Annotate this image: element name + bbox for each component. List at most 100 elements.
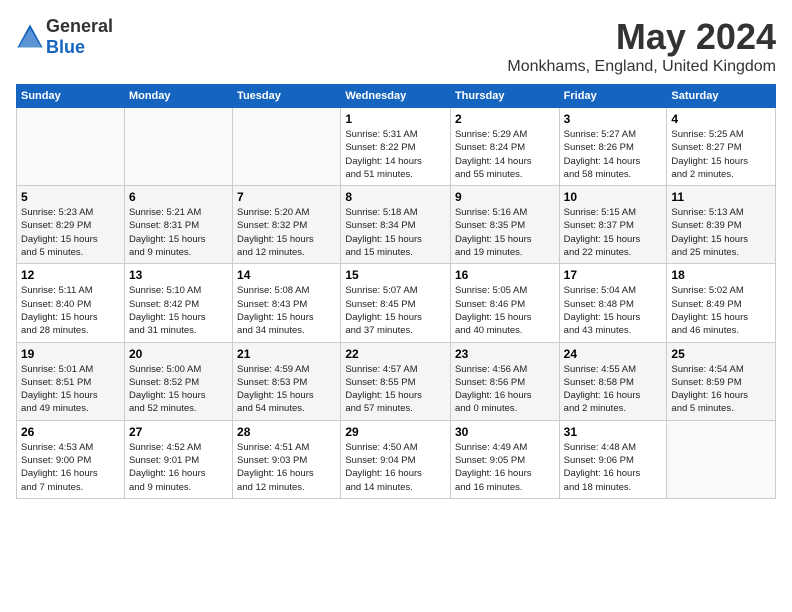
calendar-cell: 26 Sunrise: 4:53 AM Sunset: 9:00 PM Dayli… <box>17 420 125 498</box>
day-number: 21 <box>237 347 336 361</box>
header: General Blue May 2024 Monkhams, England,… <box>16 16 776 76</box>
calendar-cell: 16 Sunrise: 5:05 AM Sunset: 8:46 PM Dayli… <box>450 264 559 342</box>
day-info: Sunrise: 5:11 AM Sunset: 8:40 PM Dayligh… <box>21 284 120 337</box>
day-number: 29 <box>345 425 446 439</box>
calendar-cell: 9 Sunrise: 5:16 AM Sunset: 8:35 PM Daylig… <box>450 186 559 264</box>
calendar-cell <box>233 108 341 186</box>
day-info: Sunrise: 5:27 AM Sunset: 8:26 PM Dayligh… <box>564 128 663 181</box>
header-cell-wednesday: Wednesday <box>341 85 451 108</box>
day-info: Sunrise: 5:08 AM Sunset: 8:43 PM Dayligh… <box>237 284 336 337</box>
day-info: Sunrise: 5:00 AM Sunset: 8:52 PM Dayligh… <box>129 363 228 416</box>
calendar-cell: 30 Sunrise: 4:49 AM Sunset: 9:05 PM Dayli… <box>450 420 559 498</box>
week-row-1: 1 Sunrise: 5:31 AM Sunset: 8:22 PM Daylig… <box>17 108 776 186</box>
day-info: Sunrise: 5:05 AM Sunset: 8:46 PM Dayligh… <box>455 284 555 337</box>
calendar-table: SundayMondayTuesdayWednesdayThursdayFrid… <box>16 84 776 499</box>
day-number: 22 <box>345 347 446 361</box>
calendar-cell: 6 Sunrise: 5:21 AM Sunset: 8:31 PM Daylig… <box>124 186 232 264</box>
calendar-cell: 1 Sunrise: 5:31 AM Sunset: 8:22 PM Daylig… <box>341 108 451 186</box>
day-number: 26 <box>21 425 120 439</box>
calendar-cell: 14 Sunrise: 5:08 AM Sunset: 8:43 PM Dayli… <box>233 264 341 342</box>
calendar-cell: 5 Sunrise: 5:23 AM Sunset: 8:29 PM Daylig… <box>17 186 125 264</box>
day-number: 10 <box>564 190 663 204</box>
calendar-cell: 23Sunrise: 4:56 AM Sunset: 8:56 PM Dayli… <box>450 342 559 420</box>
day-info: Sunrise: 5:10 AM Sunset: 8:42 PM Dayligh… <box>129 284 228 337</box>
day-info: Sunrise: 4:57 AM Sunset: 8:55 PM Dayligh… <box>345 363 446 416</box>
calendar-cell: 21 Sunrise: 4:59 AM Sunset: 8:53 PM Dayli… <box>233 342 341 420</box>
day-info: Sunrise: 4:55 AM Sunset: 8:58 PM Dayligh… <box>564 363 663 416</box>
header-cell-friday: Friday <box>559 85 667 108</box>
day-number: 13 <box>129 268 228 282</box>
calendar-cell: 29 Sunrise: 4:50 AM Sunset: 9:04 PM Dayli… <box>341 420 451 498</box>
day-info: Sunrise: 5:13 AM Sunset: 8:39 PM Dayligh… <box>671 206 771 259</box>
calendar-cell: 4Sunrise: 5:25 AM Sunset: 8:27 PM Daylig… <box>667 108 776 186</box>
day-number: 6 <box>129 190 228 204</box>
day-info: Sunrise: 4:52 AM Sunset: 9:01 PM Dayligh… <box>129 441 228 494</box>
calendar-cell <box>667 420 776 498</box>
calendar-cell: 24Sunrise: 4:55 AM Sunset: 8:58 PM Dayli… <box>559 342 667 420</box>
day-number: 14 <box>237 268 336 282</box>
calendar-cell: 2Sunrise: 5:29 AM Sunset: 8:24 PM Daylig… <box>450 108 559 186</box>
day-number: 1 <box>345 112 446 126</box>
calendar-cell <box>17 108 125 186</box>
day-info: Sunrise: 4:50 AM Sunset: 9:04 PM Dayligh… <box>345 441 446 494</box>
day-number: 30 <box>455 425 555 439</box>
title-area: May 2024 Monkhams, England, United Kingd… <box>507 16 776 76</box>
day-number: 25 <box>671 347 771 361</box>
day-number: 19 <box>21 347 120 361</box>
day-number: 12 <box>21 268 120 282</box>
calendar-cell: 12 Sunrise: 5:11 AM Sunset: 8:40 PM Dayli… <box>17 264 125 342</box>
day-info: Sunrise: 4:49 AM Sunset: 9:05 PM Dayligh… <box>455 441 555 494</box>
calendar-cell: 8 Sunrise: 5:18 AM Sunset: 8:34 PM Daylig… <box>341 186 451 264</box>
day-info: Sunrise: 4:53 AM Sunset: 9:00 PM Dayligh… <box>21 441 120 494</box>
day-number: 5 <box>21 190 120 204</box>
header-cell-saturday: Saturday <box>667 85 776 108</box>
day-number: 3 <box>564 112 663 126</box>
logo-text-blue: Blue <box>46 37 85 57</box>
day-info: Sunrise: 5:23 AM Sunset: 8:29 PM Dayligh… <box>21 206 120 259</box>
day-number: 31 <box>564 425 663 439</box>
week-row-2: 5 Sunrise: 5:23 AM Sunset: 8:29 PM Daylig… <box>17 186 776 264</box>
day-info: Sunrise: 4:48 AM Sunset: 9:06 PM Dayligh… <box>564 441 663 494</box>
calendar-cell <box>124 108 232 186</box>
calendar-cell: 19Sunrise: 5:01 AM Sunset: 8:51 PM Dayli… <box>17 342 125 420</box>
day-info: Sunrise: 5:21 AM Sunset: 8:31 PM Dayligh… <box>129 206 228 259</box>
day-number: 16 <box>455 268 555 282</box>
day-info: Sunrise: 5:16 AM Sunset: 8:35 PM Dayligh… <box>455 206 555 259</box>
logo-text-general: General <box>46 16 113 36</box>
calendar-cell: 25Sunrise: 4:54 AM Sunset: 8:59 PM Dayli… <box>667 342 776 420</box>
day-number: 15 <box>345 268 446 282</box>
day-number: 2 <box>455 112 555 126</box>
header-cell-sunday: Sunday <box>17 85 125 108</box>
calendar-body: 1 Sunrise: 5:31 AM Sunset: 8:22 PM Daylig… <box>17 108 776 499</box>
day-number: 8 <box>345 190 446 204</box>
day-info: Sunrise: 4:51 AM Sunset: 9:03 PM Dayligh… <box>237 441 336 494</box>
day-number: 4 <box>671 112 771 126</box>
day-info: Sunrise: 5:31 AM Sunset: 8:22 PM Dayligh… <box>345 128 446 181</box>
day-number: 20 <box>129 347 228 361</box>
header-cell-monday: Monday <box>124 85 232 108</box>
day-info: Sunrise: 5:18 AM Sunset: 8:34 PM Dayligh… <box>345 206 446 259</box>
week-row-5: 26 Sunrise: 4:53 AM Sunset: 9:00 PM Dayli… <box>17 420 776 498</box>
logo: General Blue <box>16 16 113 58</box>
day-number: 11 <box>671 190 771 204</box>
day-number: 9 <box>455 190 555 204</box>
calendar-cell: 3 Sunrise: 5:27 AM Sunset: 8:26 PM Daylig… <box>559 108 667 186</box>
logo-icon <box>16 23 44 51</box>
day-info: Sunrise: 4:59 AM Sunset: 8:53 PM Dayligh… <box>237 363 336 416</box>
day-info: Sunrise: 5:04 AM Sunset: 8:48 PM Dayligh… <box>564 284 663 337</box>
calendar-cell: 10 Sunrise: 5:15 AM Sunset: 8:37 PM Dayli… <box>559 186 667 264</box>
day-info: Sunrise: 5:07 AM Sunset: 8:45 PM Dayligh… <box>345 284 446 337</box>
calendar-cell: 7Sunrise: 5:20 AM Sunset: 8:32 PM Daylig… <box>233 186 341 264</box>
month-title: May 2024 <box>507 16 776 58</box>
header-cell-tuesday: Tuesday <box>233 85 341 108</box>
day-number: 18 <box>671 268 771 282</box>
week-row-3: 12 Sunrise: 5:11 AM Sunset: 8:40 PM Dayli… <box>17 264 776 342</box>
location-title: Monkhams, England, United Kingdom <box>507 58 776 76</box>
calendar-cell: 18Sunrise: 5:02 AM Sunset: 8:49 PM Dayli… <box>667 264 776 342</box>
day-number: 23 <box>455 347 555 361</box>
calendar-cell: 11 Sunrise: 5:13 AM Sunset: 8:39 PM Dayli… <box>667 186 776 264</box>
calendar-cell: 13 Sunrise: 5:10 AM Sunset: 8:42 PM Dayli… <box>124 264 232 342</box>
calendar-cell: 28Sunrise: 4:51 AM Sunset: 9:03 PM Dayli… <box>233 420 341 498</box>
day-number: 7 <box>237 190 336 204</box>
day-info: Sunrise: 5:15 AM Sunset: 8:37 PM Dayligh… <box>564 206 663 259</box>
